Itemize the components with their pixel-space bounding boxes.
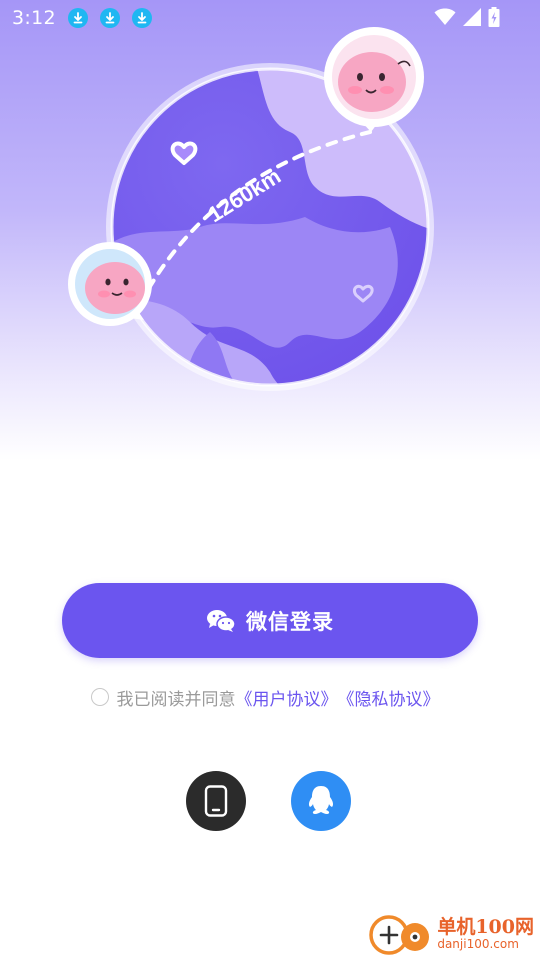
user-agreement-link[interactable]: 《用户协议》 bbox=[236, 685, 338, 710]
watermark-logo: 单机100网 danji100.com bbox=[367, 912, 534, 956]
agreement-checkbox[interactable] bbox=[90, 688, 109, 706]
battery-icon bbox=[488, 7, 500, 27]
qq-icon bbox=[308, 786, 333, 814]
watermark-brand-url: danji100.com bbox=[437, 936, 519, 951]
wechat-login-label: 微信登录 bbox=[246, 609, 334, 634]
agreement-text: 我已阅读并同意 bbox=[116, 689, 236, 710]
agreement-row: 我已阅读并同意 《用户协议》 《隐私协议》 bbox=[0, 684, 540, 710]
wechat-login-button[interactable]: 微信登录 bbox=[62, 583, 478, 658]
status-icons bbox=[434, 7, 500, 27]
hero-illustration: 1260km bbox=[60, 22, 440, 402]
wechat-icon bbox=[207, 609, 236, 632]
qq-login-button[interactable] bbox=[290, 771, 351, 831]
alt-login-options bbox=[0, 771, 540, 831]
brand-logo-icon bbox=[369, 915, 430, 955]
phone-login-button[interactable] bbox=[185, 771, 246, 831]
cell-signal-icon bbox=[463, 8, 481, 26]
privacy-policy-link[interactable]: 《隐私协议》 bbox=[338, 685, 440, 710]
status-time: 3:12 bbox=[12, 7, 56, 29]
phone-icon bbox=[204, 785, 227, 817]
watermark-brand-cn: 单机100网 bbox=[437, 915, 534, 938]
avatar bbox=[68, 242, 152, 326]
